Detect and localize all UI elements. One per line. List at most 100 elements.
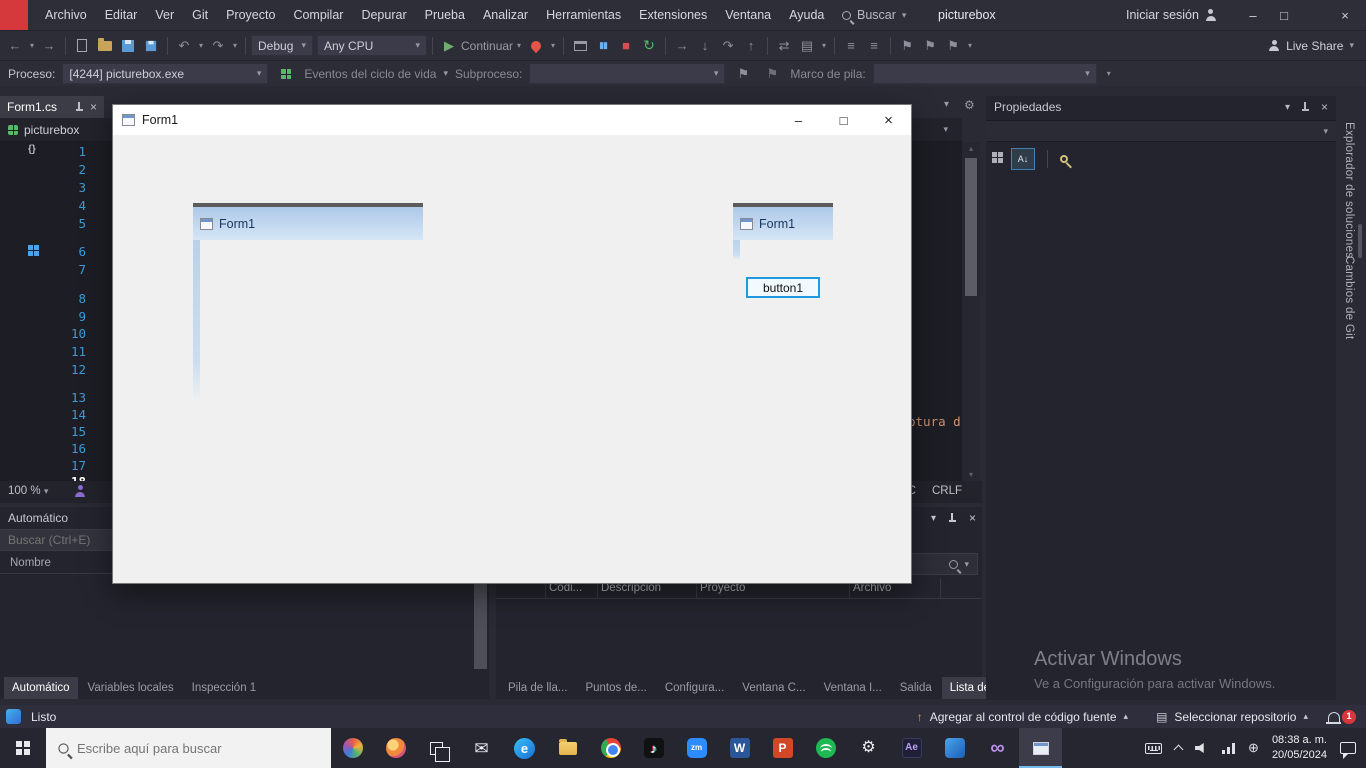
menu-item-depurar[interactable]: Depurar — [352, 0, 415, 30]
bottom-tab-0[interactable]: Pila de lla... — [500, 677, 575, 699]
powerpoint-icon[interactable]: P — [761, 728, 804, 768]
chevron-up-icon[interactable]: ▴ — [1124, 711, 1129, 722]
debug-configuration-dropdown[interactable]: Debug▾ — [251, 35, 313, 56]
minimize-button[interactable]: – — [1238, 0, 1268, 30]
autos-tab-2[interactable]: Inspección 1 — [184, 677, 265, 699]
undo-icon[interactable]: ↶ — [173, 34, 195, 58]
lifecycle-events-label[interactable]: Eventos del ciclo de vida — [304, 67, 436, 81]
mdi-caption-bar[interactable]: Form1 — [733, 207, 833, 240]
continue-icon[interactable]: ▶ — [438, 34, 460, 58]
file-explorer-icon[interactable] — [546, 728, 589, 768]
visual-studio-icon[interactable]: ∞ — [976, 728, 1019, 768]
touch-keyboard-icon[interactable] — [1145, 743, 1162, 754]
save-icon[interactable] — [117, 34, 139, 58]
close-panel-icon[interactable]: × — [1321, 100, 1328, 114]
bookmark-icon[interactable]: ⚑ — [896, 34, 918, 58]
new-file-icon[interactable] — [71, 34, 93, 58]
alphabetical-sort-icon[interactable]: A↓ — [1011, 148, 1035, 170]
blue-app-icon[interactable] — [933, 728, 976, 768]
document-outline-icon[interactable]: ▤ — [796, 34, 818, 58]
navigate-back-icon[interactable]: ← — [4, 34, 26, 58]
show-next-statement-icon[interactable]: → — [671, 34, 693, 58]
live-share-button[interactable]: Live Share ▾ — [1268, 39, 1366, 53]
redo-icon[interactable]: ↷ — [207, 34, 229, 58]
bottom-tab-5[interactable]: Salida — [892, 677, 940, 699]
scrollbar-thumb[interactable] — [965, 158, 977, 296]
flower-icon[interactable] — [374, 728, 417, 768]
continue-label[interactable]: Continuar — [461, 39, 513, 53]
menu-item-ventana[interactable]: Ventana — [716, 0, 780, 30]
mail-icon[interactable]: ✉ — [460, 728, 503, 768]
globe-icon[interactable]: ⊕ — [1248, 740, 1259, 756]
code-map-icon[interactable]: ⇄ — [773, 34, 795, 58]
step-out-icon[interactable]: ↑ — [740, 34, 762, 58]
sign-in-button[interactable]: Iniciar sesión — [1126, 0, 1217, 30]
side-tab-1[interactable]: Cambios de Git — [1343, 256, 1355, 339]
pinwheel-icon[interactable] — [331, 728, 374, 768]
form1-title-bar[interactable]: Form1 – □ × — [113, 105, 911, 135]
live-share-session-icon[interactable] — [74, 485, 86, 500]
bottom-tab-4[interactable]: Ventana I... — [816, 677, 890, 699]
flag-icon[interactable]: ⚑ — [732, 62, 754, 86]
mdi-child-form-2[interactable]: Form1 — [733, 203, 833, 240]
tab-list-icon[interactable]: ▾ — [944, 99, 949, 110]
start-button[interactable] — [0, 728, 46, 768]
menu-item-proyecto[interactable]: Proyecto — [217, 0, 284, 30]
platform-dropdown[interactable]: Any CPU▾ — [317, 35, 427, 56]
menu-item-editar[interactable]: Editar — [96, 0, 147, 30]
scrollbar-thumb[interactable] — [474, 577, 487, 669]
indent-icon[interactable]: ≡ — [840, 34, 862, 58]
chevron-down-icon[interactable]: ▾ — [943, 124, 948, 135]
step-into-icon[interactable]: ↓ — [694, 34, 716, 58]
thread-dropdown[interactable]: ▾ — [529, 63, 725, 84]
break-all-icon[interactable]: ▮▮ — [592, 34, 614, 58]
auto-hide-pin-icon[interactable] — [1301, 102, 1310, 112]
titlebar-search[interactable]: Buscar ▾ — [842, 0, 906, 30]
navigate-forward-icon[interactable]: → — [38, 34, 60, 58]
after-effects-icon[interactable]: Ae — [890, 728, 933, 768]
categorized-icon[interactable] — [992, 150, 1003, 168]
bottom-tab-1[interactable]: Puntos de... — [577, 677, 654, 699]
save-all-icon[interactable] — [140, 34, 162, 58]
outdent-icon[interactable]: ≡ — [863, 34, 885, 58]
process-dropdown[interactable]: [4244] picturebox.exe▾ — [62, 63, 268, 84]
clock[interactable]: 08:38 a. m. 20/05/2024 — [1272, 733, 1327, 763]
lifecycle-events-icon[interactable] — [275, 62, 297, 86]
step-over-icon[interactable]: ↷ — [717, 34, 739, 58]
menu-item-ver[interactable]: Ver — [146, 0, 183, 30]
hot-reload-icon[interactable] — [525, 34, 547, 58]
window-position-icon[interactable]: ▾ — [1285, 102, 1290, 113]
auto-hide-pin-icon[interactable] — [948, 513, 957, 523]
stop-debugging-icon[interactable]: ■ — [615, 34, 637, 58]
tray-chevron-up-icon[interactable] — [1174, 745, 1184, 755]
menu-item-extensiones[interactable]: Extensiones — [630, 0, 716, 30]
scroll-down-icon[interactable]: ▾ — [962, 468, 980, 481]
zoom-icon[interactable]: zm — [675, 728, 718, 768]
pin-icon[interactable] — [75, 102, 84, 112]
word-icon[interactable]: W — [718, 728, 761, 768]
autos-tab-0[interactable]: Automático — [4, 677, 78, 699]
open-folder-icon[interactable] — [94, 34, 116, 58]
notifications-button[interactable]: 1 — [1328, 710, 1356, 724]
chevron-down-icon[interactable]: ▾ — [196, 34, 206, 58]
chevron-down-icon[interactable]: ▾ — [819, 34, 829, 58]
action-center-icon[interactable] — [1340, 742, 1356, 754]
task-view-icon[interactable] — [417, 728, 460, 768]
mdi-child-form-1[interactable]: Form1 — [193, 203, 423, 240]
settings-icon[interactable]: ⚙ — [847, 728, 890, 768]
menu-item-ayuda[interactable]: Ayuda — [780, 0, 833, 30]
property-pages-key-icon[interactable] — [1060, 150, 1068, 168]
tab-form1cs[interactable]: Form1.cs × — [0, 96, 104, 118]
menu-item-compilar[interactable]: Compilar — [284, 0, 352, 30]
bottom-tab-3[interactable]: Ventana C... — [734, 677, 813, 699]
add-to-source-control-button[interactable]: Agregar al control de código fuente — [930, 710, 1117, 724]
button1[interactable]: button1 — [746, 277, 820, 298]
menu-item-herramientas[interactable]: Herramientas — [537, 0, 630, 30]
window-position-icon[interactable]: ▾ — [931, 513, 936, 524]
running-app-icon[interactable] — [1019, 728, 1062, 768]
toolbar-overflow-icon[interactable]: ▾ — [965, 34, 975, 58]
chevron-down-icon[interactable]: ▾ — [230, 34, 240, 58]
flag-outline-icon[interactable]: ⚑ — [761, 62, 783, 86]
select-repository-button[interactable]: Seleccionar repositorio — [1174, 710, 1296, 724]
editor-scrollbar[interactable]: ▴ ▾ — [962, 142, 980, 481]
